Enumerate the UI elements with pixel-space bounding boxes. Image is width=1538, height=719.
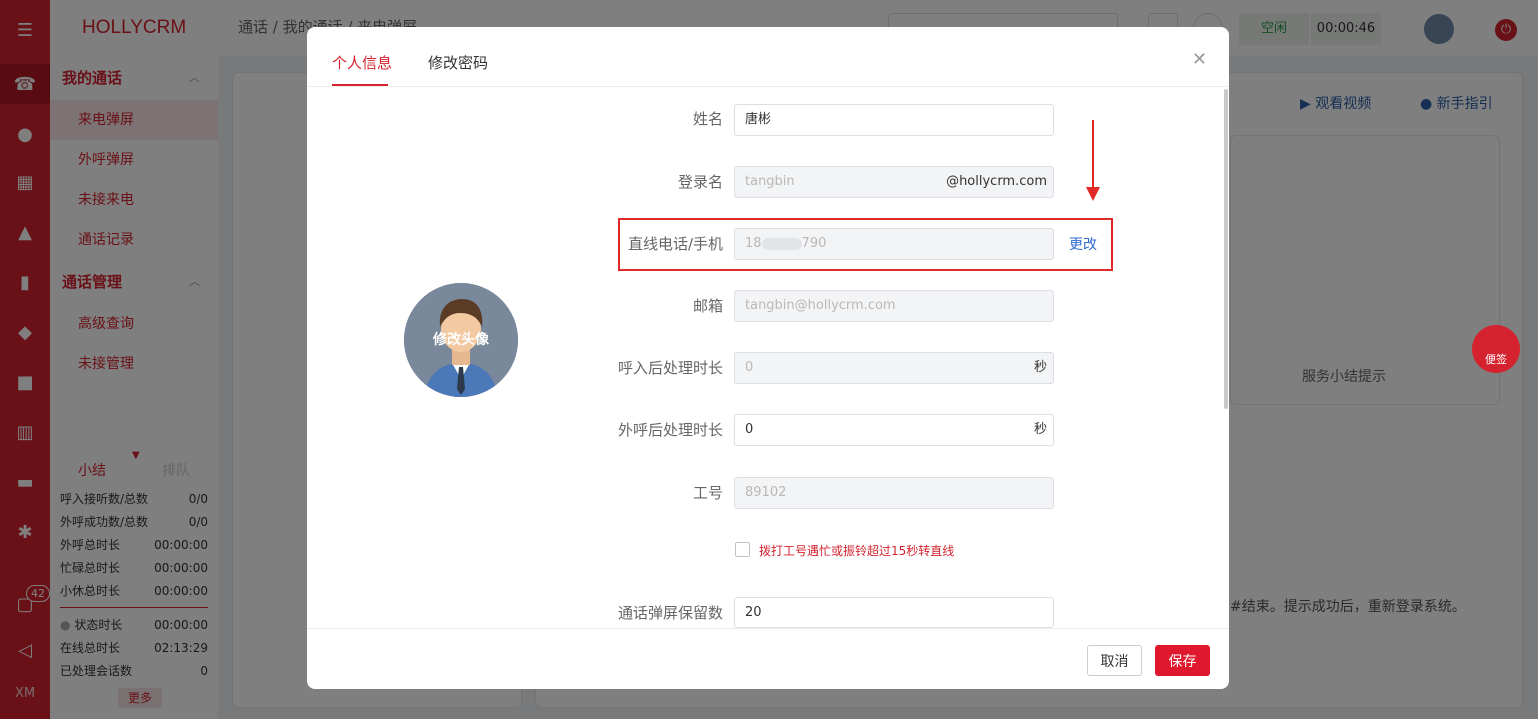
popup-keep-input[interactable]: 20	[734, 597, 1054, 628]
email-label: 邮箱	[692, 297, 723, 315]
login-label: 登录名	[677, 173, 723, 191]
popup-keep-label: 通话弹屏保留数	[617, 604, 723, 622]
inbound-after-input: 0秒	[734, 352, 1054, 384]
cancel-button[interactable]: 取消	[1087, 645, 1142, 676]
outbound-after-label: 外呼后处理时长	[617, 421, 723, 439]
close-icon[interactable]: ✕	[1192, 49, 1207, 70]
sticky-note-button[interactable]: 便签	[1472, 325, 1520, 373]
annotation-arrow-head	[1086, 187, 1100, 201]
name-label: 姓名	[692, 110, 723, 128]
save-button[interactable]: 保存	[1155, 645, 1210, 676]
job-number-label: 工号	[692, 484, 723, 502]
dialog-tabs: 个人信息 修改密码 ✕	[307, 27, 1229, 87]
annotation-arrow	[1092, 120, 1094, 190]
phone-label: 直线电话/手机	[627, 235, 723, 253]
dialog-scrollbar[interactable]	[1224, 89, 1228, 409]
name-input[interactable]: 唐彬	[734, 104, 1054, 136]
active-tab-indicator	[332, 84, 388, 86]
tab-change-password[interactable]: 修改密码	[428, 52, 488, 73]
email-input: tangbin@hollycrm.com	[734, 290, 1054, 322]
phone-input: 18 790	[734, 228, 1054, 260]
outbound-after-input[interactable]: 0秒	[734, 414, 1054, 446]
change-avatar-label: 修改头像	[433, 332, 489, 348]
dialog-footer: 取消 保存	[307, 628, 1229, 689]
inbound-after-label: 呼入后处理时长	[617, 359, 723, 377]
forward-checkbox-label[interactable]: 拨打工号遇忙或振铃超过15秒转直线	[759, 542, 954, 559]
masked-digits	[761, 237, 802, 250]
tab-personal-info[interactable]: 个人信息	[332, 52, 392, 73]
profile-dialog: 个人信息 修改密码 ✕ 修改头像 姓名 唐彬 登录名 tangbin @holly…	[307, 27, 1229, 689]
forward-checkbox[interactable]	[735, 542, 750, 557]
change-phone-link[interactable]: 更改	[1069, 234, 1097, 254]
login-input: tangbin @hollycrm.com	[734, 166, 1054, 198]
profile-avatar[interactable]: 修改头像	[404, 283, 518, 397]
job-number-input: 89102	[734, 477, 1054, 509]
